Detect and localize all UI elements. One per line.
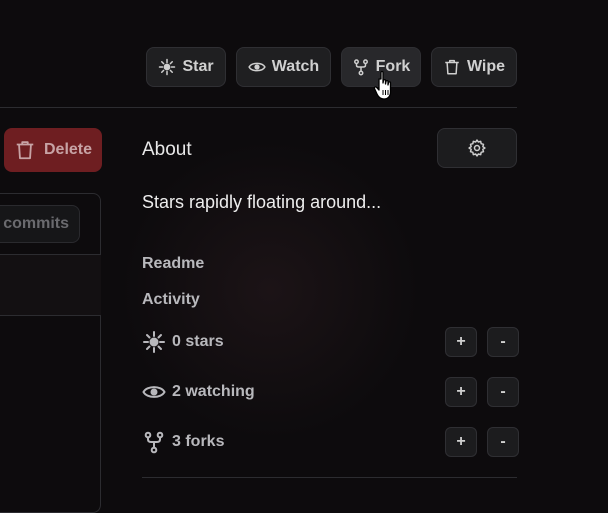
settings-button[interactable] <box>437 128 517 168</box>
forks-count: 3 forks <box>172 433 225 450</box>
readme-link[interactable]: Readme <box>142 255 204 273</box>
stars-plus-button[interactable]: + <box>445 327 477 357</box>
fork-icon <box>144 431 164 454</box>
eye-icon <box>248 62 266 72</box>
hand-cursor-icon <box>373 70 392 100</box>
commits-link[interactable]: 0 commits <box>0 205 80 243</box>
watching-minus-button[interactable]: - <box>487 377 519 407</box>
wipe-button[interactable]: Wipe <box>431 47 517 87</box>
watching-stat[interactable]: 2 watching <box>142 377 255 407</box>
delete-button[interactable]: Delete <box>4 128 102 172</box>
header-divider <box>0 107 517 108</box>
eye-icon <box>142 386 166 398</box>
star-button[interactable]: Star <box>146 47 226 87</box>
stars-count: 0 stars <box>172 333 224 350</box>
watching-plus-button[interactable]: + <box>445 377 477 407</box>
commits-label: 0 commits <box>0 215 69 232</box>
about-heading: About <box>142 139 192 160</box>
repo-description: Stars rapidly floating around... <box>142 192 382 212</box>
trash-icon <box>445 59 459 75</box>
gear-icon <box>468 139 486 157</box>
forks-minus-button[interactable]: - <box>487 427 519 457</box>
trash-icon <box>16 141 34 160</box>
sparkle-icon <box>143 331 165 353</box>
watch-label: Watch <box>271 58 320 75</box>
stars-minus-button[interactable]: - <box>487 327 519 357</box>
sparkle-icon <box>159 58 176 76</box>
forks-plus-button[interactable]: + <box>445 427 477 457</box>
delete-label: Delete <box>43 141 93 158</box>
wipe-label: Wipe <box>466 58 506 75</box>
fork-icon <box>353 59 368 76</box>
forks-stat[interactable]: 3 forks <box>142 427 224 457</box>
star-label: Star <box>182 58 214 75</box>
watching-count: 2 watching <box>172 383 255 400</box>
stars-stat[interactable]: 0 stars <box>142 327 224 357</box>
activity-link[interactable]: Activity <box>142 291 200 309</box>
panel-row <box>0 255 101 315</box>
watch-button[interactable]: Watch <box>236 47 331 87</box>
panel-divider <box>0 315 101 316</box>
about-divider <box>142 477 517 478</box>
